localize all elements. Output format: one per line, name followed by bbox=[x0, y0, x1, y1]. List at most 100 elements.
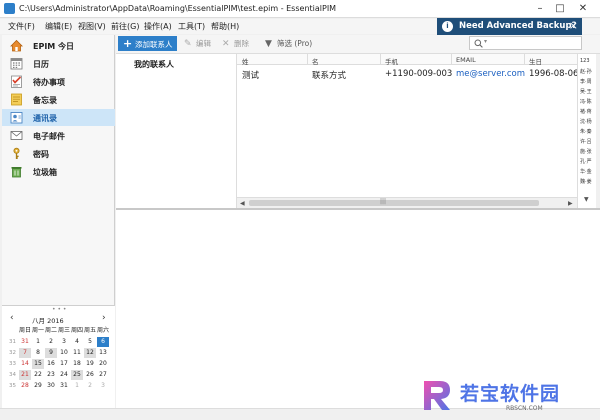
scrollbar-thumb[interactable] bbox=[249, 200, 539, 206]
calendar-day[interactable]: 21 bbox=[19, 370, 31, 380]
menu-go[interactable]: 前往(G) bbox=[111, 21, 139, 32]
sidebar-item-tasks[interactable]: 待办事项 bbox=[2, 73, 115, 90]
info-icon: i bbox=[442, 21, 453, 32]
search-dropdown-icon[interactable]: ▾ bbox=[484, 38, 487, 45]
calendar-day[interactable]: 13 bbox=[97, 348, 109, 358]
delete-button[interactable]: ✕ 删除 bbox=[222, 38, 249, 51]
calendar-month-title: 八月 2016 bbox=[32, 317, 64, 325]
column-header-mobile[interactable]: 手机 bbox=[385, 56, 398, 66]
sidebar-item-label: EPIM 今日 bbox=[33, 42, 75, 51]
calendar-day[interactable]: 2 bbox=[45, 337, 57, 347]
calendar-day[interactable]: 31 bbox=[19, 337, 31, 347]
index-entry[interactable]: 沈·杨 bbox=[580, 118, 592, 125]
promo-close-icon[interactable]: × bbox=[569, 19, 578, 32]
calendar-day[interactable]: 26 bbox=[84, 370, 96, 380]
calendar-day[interactable]: 27 bbox=[97, 370, 109, 380]
calendar-day[interactable]: 8 bbox=[32, 348, 44, 358]
index-entry[interactable]: 华·金 bbox=[580, 168, 592, 175]
index-entry[interactable]: 冯·陈 bbox=[580, 98, 592, 105]
weekday-label: 周五 bbox=[84, 327, 97, 334]
scroll-right-arrow-icon[interactable]: ▶ bbox=[568, 200, 573, 207]
menu-edit[interactable]: 编辑(E) bbox=[45, 21, 72, 32]
cell-email[interactable]: me@server.com bbox=[456, 69, 525, 79]
sidebar-item-email[interactable]: 电子邮件 bbox=[2, 127, 115, 144]
calendar-day[interactable]: 12 bbox=[84, 348, 96, 358]
sidebar-item-contacts[interactable]: 通讯录 bbox=[2, 109, 115, 126]
calendar-day[interactable]: 30 bbox=[45, 381, 57, 391]
sidebar-item-passwords[interactable]: 密码 bbox=[2, 145, 115, 162]
calendar-day[interactable]: 17 bbox=[58, 359, 70, 369]
minimize-button[interactable]: – bbox=[533, 2, 547, 15]
splitter-grip[interactable]: • • • bbox=[52, 306, 66, 313]
menu-view[interactable]: 视图(V) bbox=[78, 21, 106, 32]
calendar-day[interactable]: 9 bbox=[45, 348, 57, 358]
sidebar-item-calendar[interactable]: 日历 bbox=[2, 55, 115, 72]
calendar-day[interactable]: 4 bbox=[71, 337, 83, 347]
calendar-day[interactable]: 14 bbox=[19, 359, 31, 369]
index-entry[interactable]: 孔·严 bbox=[580, 158, 592, 165]
horizontal-scrollbar[interactable]: ◀ ||| ▶ bbox=[237, 197, 577, 208]
calendar-day[interactable]: 16 bbox=[45, 359, 57, 369]
index-entry[interactable]: 吴·王 bbox=[580, 88, 592, 95]
menu-tools[interactable]: 工具(T) bbox=[178, 21, 205, 32]
calendar-day[interactable]: 28 bbox=[19, 381, 31, 391]
sidebar-item-today[interactable]: EPIM 今日 bbox=[2, 37, 115, 54]
calendar-day[interactable]: 23 bbox=[45, 370, 57, 380]
calendar-day[interactable]: 3 bbox=[58, 337, 70, 347]
calendar-day[interactable]: 10 bbox=[58, 348, 70, 358]
sidebar-item-trash[interactable]: 垃圾箱 bbox=[2, 163, 115, 180]
scrollbar-grip: ||| bbox=[380, 198, 387, 205]
delete-label: 删除 bbox=[234, 39, 249, 48]
next-month-button[interactable]: › bbox=[102, 313, 106, 323]
column-divider bbox=[451, 54, 452, 65]
index-entry[interactable]: 123 bbox=[580, 58, 590, 64]
calendar-day[interactable]: 5 bbox=[84, 337, 96, 347]
contacts-grid: 姓 名 手机 EMAIL 生日 测试 联系方式 +1190-009-003 me… bbox=[237, 54, 577, 208]
calendar-day[interactable]: 25 bbox=[71, 370, 83, 380]
calendar-day[interactable]: 11 bbox=[71, 348, 83, 358]
promo-label: Need Advanced Backup? bbox=[459, 21, 577, 31]
index-entry[interactable]: 施·张 bbox=[580, 148, 592, 155]
search-input[interactable]: ▾ bbox=[469, 36, 582, 50]
calendar-day[interactable]: 15 bbox=[32, 359, 44, 369]
weekday-label: 周日 bbox=[19, 327, 32, 334]
calendar-day-today[interactable]: 6 bbox=[97, 337, 109, 347]
calendar-day[interactable]: 18 bbox=[71, 359, 83, 369]
sidebar-item-notes[interactable]: 备忘录 bbox=[2, 91, 115, 108]
column-header-email[interactable]: EMAIL bbox=[456, 56, 476, 64]
filter-button[interactable]: ▼ 筛选 (Pro) bbox=[265, 38, 312, 51]
add-contact-button[interactable]: + 添加联系人 bbox=[118, 36, 177, 51]
group-my-contacts[interactable]: 我的联系人 bbox=[134, 59, 174, 70]
index-entry[interactable]: 魏·姜 bbox=[580, 178, 592, 185]
calendar-day[interactable]: 24 bbox=[58, 370, 70, 380]
calendar-day[interactable]: 31 bbox=[58, 381, 70, 391]
index-entry[interactable]: 褚·蒋 bbox=[580, 108, 592, 115]
index-entry[interactable]: 朱·秦 bbox=[580, 128, 592, 135]
menu-file[interactable]: 文件(F) bbox=[8, 21, 35, 32]
scroll-left-arrow-icon[interactable]: ◀ bbox=[240, 200, 245, 207]
calendar-day[interactable]: 19 bbox=[84, 359, 96, 369]
calendar-day[interactable]: 3 bbox=[97, 381, 109, 391]
column-header-last-name[interactable]: 姓 bbox=[242, 56, 249, 66]
prev-month-button[interactable]: ‹ bbox=[10, 313, 14, 323]
column-header-first-name[interactable]: 名 bbox=[312, 56, 319, 66]
calendar-day[interactable]: 7 bbox=[19, 348, 31, 358]
menu-help[interactable]: 帮助(H) bbox=[211, 21, 239, 32]
index-entry[interactable]: 赵·孙 bbox=[580, 68, 592, 75]
sidebar-item-label: 通讯录 bbox=[33, 114, 57, 123]
calendar-day[interactable]: 29 bbox=[32, 381, 44, 391]
column-header-birthday[interactable]: 生日 bbox=[529, 56, 542, 66]
calendar-day[interactable]: 1 bbox=[32, 337, 44, 347]
close-button[interactable]: ✕ bbox=[576, 2, 590, 15]
index-entry[interactable]: 李·周 bbox=[580, 78, 592, 85]
menu-actions[interactable]: 操作(A) bbox=[144, 21, 172, 32]
advanced-backup-banner[interactable]: i Need Advanced Backup? × bbox=[437, 18, 582, 35]
maximize-button[interactable]: □ bbox=[553, 2, 567, 15]
calendar-day[interactable]: 22 bbox=[32, 370, 44, 380]
calendar-day[interactable]: 2 bbox=[84, 381, 96, 391]
index-scroll-down-icon[interactable]: ▼ bbox=[584, 196, 589, 203]
index-entry[interactable]: 许·吕 bbox=[580, 138, 592, 145]
edit-button[interactable]: ✎ 编辑 bbox=[184, 38, 211, 51]
calendar-day[interactable]: 1 bbox=[71, 381, 83, 391]
calendar-day[interactable]: 20 bbox=[97, 359, 109, 369]
